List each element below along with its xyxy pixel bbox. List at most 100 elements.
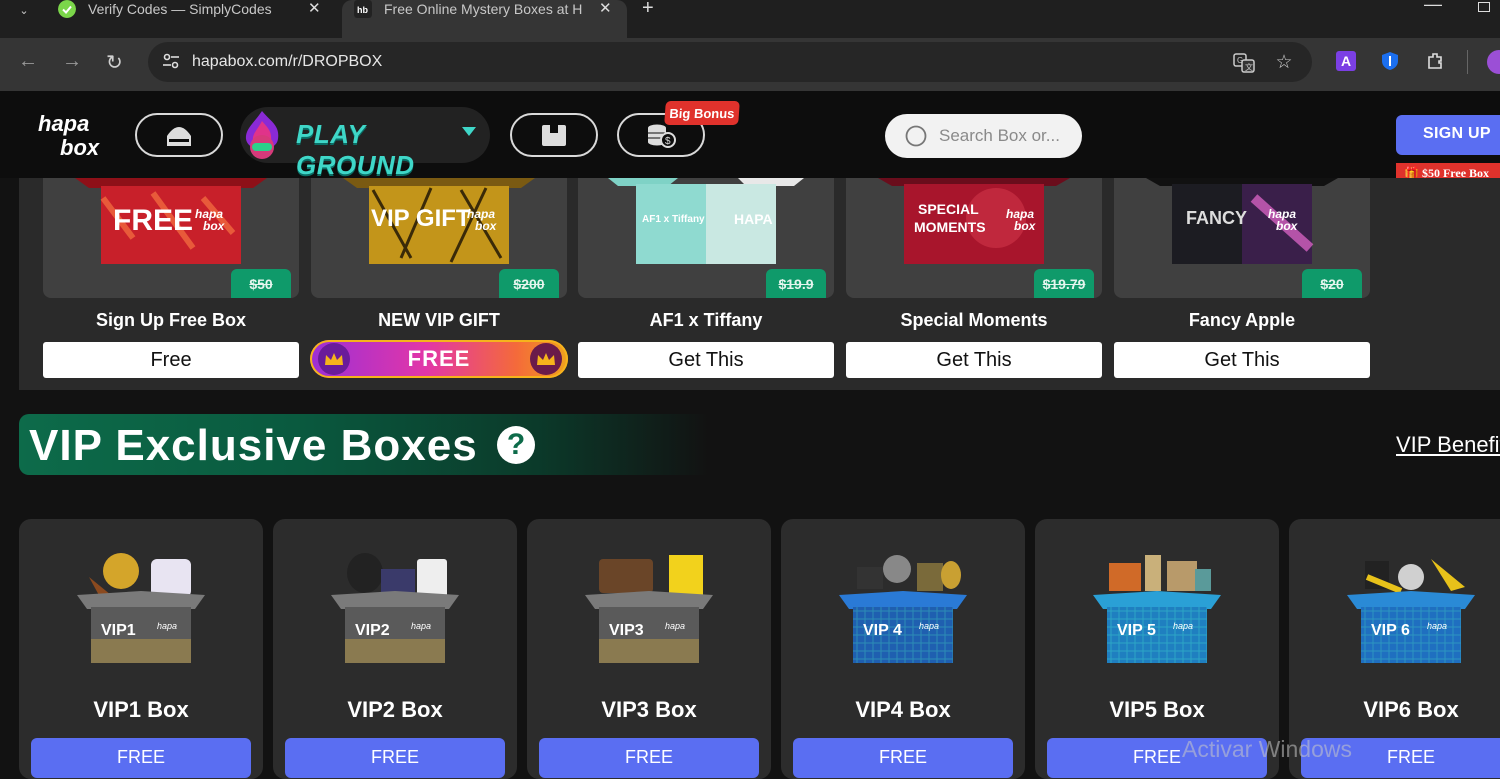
free-boxes-section: FREE hapa box $50 Sign Up Free Box Free … <box>19 178 1500 390</box>
svg-text:hb: hb <box>357 5 368 15</box>
get-this-button[interactable]: Get This <box>578 342 834 378</box>
toolbar-divider <box>1467 50 1468 74</box>
search-box[interactable] <box>885 114 1082 158</box>
signup-button[interactable]: SIGN UP <box>1396 115 1500 155</box>
svg-text:HAPA: HAPA <box>734 211 773 227</box>
svg-text:hapa: hapa <box>919 621 939 631</box>
vip-box-image: VIP 4 hapa <box>839 555 967 663</box>
windows-activation-watermark: Activar Windows <box>1182 736 1352 762</box>
svg-text:A: A <box>1341 53 1351 69</box>
vip-free-button[interactable]: FREE <box>793 738 1013 778</box>
box-name: Special Moments <box>900 310 1048 330</box>
svg-text:$: $ <box>665 136 671 147</box>
svg-text:VIP 5: VIP 5 <box>1117 622 1156 639</box>
vip-free-button[interactable]: FREE <box>31 738 251 778</box>
extensions-puzzle-icon[interactable] <box>1425 51 1445 71</box>
box-image-af1-tiffany[interactable]: AF1 x Tiffany HAPA $19.9 <box>578 178 834 298</box>
original-price: $19.79 <box>1034 269 1094 298</box>
site-header: hapa box PLAY GROUND $ Big Bonus SIGN UP… <box>0 91 1500 183</box>
box-name: Fancy Apple <box>1188 310 1296 330</box>
store-button[interactable] <box>510 113 598 157</box>
free-button[interactable]: Free <box>43 342 299 378</box>
vip-free-label: FREE <box>407 346 471 371</box>
original-price: $50 <box>231 269 291 298</box>
playground-label: PLAY GROUND <box>296 119 415 180</box>
hapabox-logo[interactable]: hapa box <box>38 109 112 159</box>
vip-box-card[interactable]: VIP1 hapa VIP1 Box FREE <box>19 519 263 779</box>
search-input[interactable] <box>937 122 1077 150</box>
tab-verify-codes[interactable]: Verify Codes — SimplyCodes ✕ <box>58 0 328 38</box>
translate-icon[interactable]: G 文 <box>1233 52 1255 74</box>
close-tab-icon[interactable]: ✕ <box>599 0 612 17</box>
help-icon[interactable]: ? <box>497 426 535 464</box>
svg-text:VIP2: VIP2 <box>355 622 390 639</box>
hapabox-favicon-icon: hb <box>354 0 372 18</box>
bookmark-star-icon[interactable]: ☆ <box>1273 52 1295 74</box>
tab-hapabox[interactable]: hb Free Online Mystery Boxes at H ✕ <box>342 0 627 38</box>
vip-box-card[interactable]: VIP 4 hapa VIP4 Box FREE <box>781 519 1025 779</box>
vip-box-name: VIP1 Box <box>93 697 189 722</box>
forward-icon[interactable]: → <box>62 50 82 73</box>
box-name: Sign Up Free Box <box>95 310 247 330</box>
svg-text:box: box <box>203 219 226 233</box>
big-bonus-badge: Big Bonus <box>664 101 740 125</box>
svg-text:FREE: FREE <box>113 204 193 237</box>
original-price: $20 <box>1302 269 1362 298</box>
original-price: $200 <box>499 269 559 298</box>
bitwarden-icon[interactable] <box>1380 51 1400 71</box>
box-image-special-moments[interactable]: SPECIAL MOMENTS hapa box $19.79 <box>846 178 1102 298</box>
vip-box-card[interactable]: VIP2 hapa VIP2 Box FREE <box>273 519 517 779</box>
site-info-icon[interactable] <box>162 53 180 69</box>
svg-text:hapa: hapa <box>1173 621 1193 631</box>
home-icon <box>167 127 191 146</box>
box-image-sign-up-free[interactable]: FREE hapa box $50 <box>43 178 299 298</box>
svg-text:hapa: hapa <box>411 621 431 631</box>
vip-box-image: VIP 5 hapa <box>1093 555 1221 663</box>
get-this-button[interactable]: Get This <box>1114 342 1370 378</box>
crown-icon <box>530 343 562 375</box>
svg-text:VIP GIFT: VIP GIFT <box>371 205 471 232</box>
address-bar[interactable]: hapabox.com/r/DROPBOX G 文 ☆ <box>148 42 1312 82</box>
svg-text:box: box <box>1276 219 1299 233</box>
store-icon <box>542 125 566 146</box>
vip-box-name: VIP4 Box <box>855 697 951 722</box>
vip-free-button[interactable]: FREE <box>285 738 505 778</box>
svg-text:hapa: hapa <box>157 621 177 631</box>
playground-menu[interactable]: PLAY GROUND <box>240 107 490 180</box>
vip-box-name: VIP5 Box <box>1109 697 1205 722</box>
svg-text:box: box <box>60 135 100 159</box>
vip-box-image: VIP 6 hapa <box>1347 559 1475 663</box>
vip-free-button[interactable]: FREE <box>310 340 568 378</box>
profile-icon[interactable] <box>1487 50 1500 74</box>
box-image-fancy-apple[interactable]: FANCY hapa box $20 <box>1114 178 1370 298</box>
vip-box-name: VIP3 Box <box>601 697 697 722</box>
svg-text:hapa: hapa <box>665 621 685 631</box>
svg-text:AF1 x Tiffany: AF1 x Tiffany <box>642 214 705 225</box>
close-tab-icon[interactable]: ✕ <box>308 0 321 17</box>
svg-text:MOMENTS: MOMENTS <box>914 219 986 235</box>
reload-icon[interactable]: ↻ <box>106 50 123 75</box>
original-price: $19.9 <box>766 269 826 298</box>
minimize-icon[interactable]: — <box>1424 0 1442 15</box>
chevron-down-icon <box>462 127 476 136</box>
url-text[interactable]: hapabox.com/r/DROPBOX <box>192 53 382 71</box>
box-name: NEW VIP GIFT <box>378 310 500 330</box>
vip-box-image: VIP1 hapa <box>77 553 205 663</box>
vip-benefits-link[interactable]: VIP Benefits <box>1396 432 1500 458</box>
vip-box-card[interactable]: VIP3 hapa VIP3 Box FREE <box>527 519 771 779</box>
tab-list-icon[interactable]: ⌄ <box>10 0 38 20</box>
vip-free-button[interactable]: FREE <box>539 738 759 778</box>
extension-a-icon[interactable]: A <box>1336 51 1356 71</box>
vip-box-image: VIP2 hapa <box>331 553 459 663</box>
box-image-new-vip-gift[interactable]: VIP GIFT hapa box $200 <box>311 178 567 298</box>
restore-icon[interactable] <box>1478 2 1490 12</box>
svg-text:SPECIAL: SPECIAL <box>918 201 979 217</box>
back-icon[interactable]: ← <box>18 50 38 73</box>
browser-tabbar: ⌄ Verify Codes — SimplyCodes ✕ hb Free O… <box>0 0 1500 38</box>
new-tab-button[interactable]: + <box>642 0 654 20</box>
vip-box-name: VIP2 Box <box>347 697 443 722</box>
svg-text:box: box <box>475 219 498 233</box>
svg-text:文: 文 <box>1245 62 1253 72</box>
get-this-button[interactable]: Get This <box>846 342 1102 378</box>
home-button[interactable] <box>135 113 223 157</box>
